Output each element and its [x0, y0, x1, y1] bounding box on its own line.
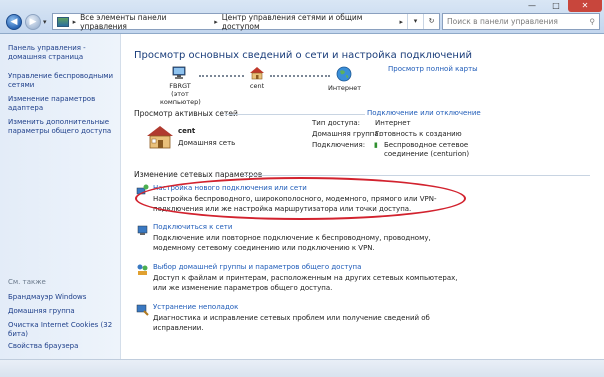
computer-name: FBRGT	[169, 82, 191, 90]
minimize-button[interactable]: —	[520, 0, 544, 12]
maximize-button[interactable]: □	[544, 0, 568, 12]
task-description: Диагностика и исправление сетевых пробле…	[153, 314, 430, 332]
search-input[interactable]: Поиск в панели управления ⚲	[442, 13, 600, 30]
wireless-signal-icon: ▮	[374, 141, 378, 149]
divider	[225, 114, 365, 115]
home-network-icon	[250, 67, 264, 80]
refresh-icon[interactable]: ↻	[423, 14, 439, 29]
task-description: Подключение или повторное подключение к …	[153, 234, 431, 252]
sidebar-link-browser-properties[interactable]: Свойства браузера	[8, 342, 116, 351]
computer-subtitle: (этот компьютер)	[160, 90, 201, 106]
chevron-right-icon[interactable]: ▸	[214, 18, 218, 26]
task-title[interactable]: Выбор домашней группы и параметров общег…	[153, 263, 361, 271]
search-placeholder: Поиск в панели управления	[447, 17, 558, 26]
task-description: Доступ к файлам и принтерам, расположенн…	[153, 274, 458, 292]
map-connector	[199, 75, 244, 77]
map-node-network[interactable]: cent	[244, 66, 270, 90]
map-node-internet[interactable]: Интернет	[328, 66, 362, 92]
sidebar-link-adapter-settings[interactable]: Изменение параметров адаптера	[8, 95, 116, 113]
sidebar-link-firewall[interactable]: Брандмауэр Windows	[8, 293, 116, 302]
sidebar-link-advanced-sharing[interactable]: Изменить дополнительные параметры общего…	[8, 118, 116, 136]
access-type-value: Интернет	[375, 119, 411, 127]
sidebar-link-clear-cookies[interactable]: Очистка Internet Cookies (32 бита)	[8, 321, 116, 339]
control-panel-icon	[57, 16, 69, 27]
active-network-name: cent	[178, 127, 196, 135]
sidebar-link-manage-wireless[interactable]: Управление беспроводными сетями	[8, 72, 116, 90]
internet-label: Интернет	[328, 84, 362, 92]
sidebar-link-control-panel-home[interactable]: Панель управления - домашняя страница	[8, 44, 116, 62]
highlight-annotation	[135, 177, 466, 220]
globe-icon	[336, 66, 352, 82]
full-map-link[interactable]: Просмотр полной карты	[388, 65, 478, 73]
computer-icon	[172, 66, 186, 79]
breadcrumb-network-center[interactable]: Центр управления сетями и общим доступом	[222, 13, 396, 31]
homegroup-icon	[137, 264, 148, 275]
connections-label: Подключения:	[312, 141, 366, 149]
map-node-computer[interactable]: FBRGT (этот компьютер)	[160, 66, 201, 106]
network-map-name: cent	[249, 82, 265, 90]
breadcrumb-all-control-panel-items[interactable]: Все элементы панели управления	[80, 13, 210, 31]
title-bar: — □ ✕ ◀ ▶ ▾ ▸ Все элементы панели управл…	[0, 0, 604, 34]
connect-network-icon	[137, 225, 148, 235]
homegroup-label: Домашняя группа:	[312, 130, 382, 138]
back-button[interactable]: ◀	[6, 14, 22, 30]
forward-button[interactable]: ▶	[25, 14, 41, 30]
task-title[interactable]: Подключиться к сети	[153, 223, 232, 231]
recent-pages-dropdown[interactable]: ▾	[43, 18, 47, 26]
active-networks-label: Просмотр активных сетей	[134, 109, 238, 118]
page-title: Просмотр основных сведений о сети и наст…	[134, 50, 472, 61]
sidebar-link-homegroup[interactable]: Домашняя группа	[8, 307, 116, 316]
sidebar: Панель управления - домашняя страница Уп…	[0, 34, 121, 359]
address-dropdown-button[interactable]: ▾	[407, 14, 423, 29]
homegroup-link[interactable]: Готовность к созданию	[375, 130, 462, 139]
address-bar[interactable]: ▸ Все элементы панели управления ▸ Центр…	[52, 13, 440, 31]
access-type-label: Тип доступа:	[312, 119, 361, 127]
chevron-right-icon[interactable]: ▸	[73, 18, 77, 26]
close-button[interactable]: ✕	[568, 0, 602, 12]
troubleshoot-icon	[136, 304, 149, 316]
search-icon[interactable]: ⚲	[590, 17, 596, 26]
task-title[interactable]: Устранение неполадок	[153, 303, 238, 311]
wireless-connection-link[interactable]: Беспроводное сетевое соединение (centuri…	[384, 141, 476, 159]
connect-disconnect-link[interactable]: Подключение или отключение	[367, 109, 481, 117]
chevron-right-icon[interactable]: ▸	[399, 18, 403, 26]
map-connector	[270, 75, 330, 77]
home-network-icon	[147, 126, 173, 149]
network-type-link[interactable]: Домашняя сеть	[178, 139, 235, 148]
divider	[242, 175, 590, 176]
bottom-bar	[0, 359, 604, 377]
see-also-title: См. также	[8, 278, 46, 286]
